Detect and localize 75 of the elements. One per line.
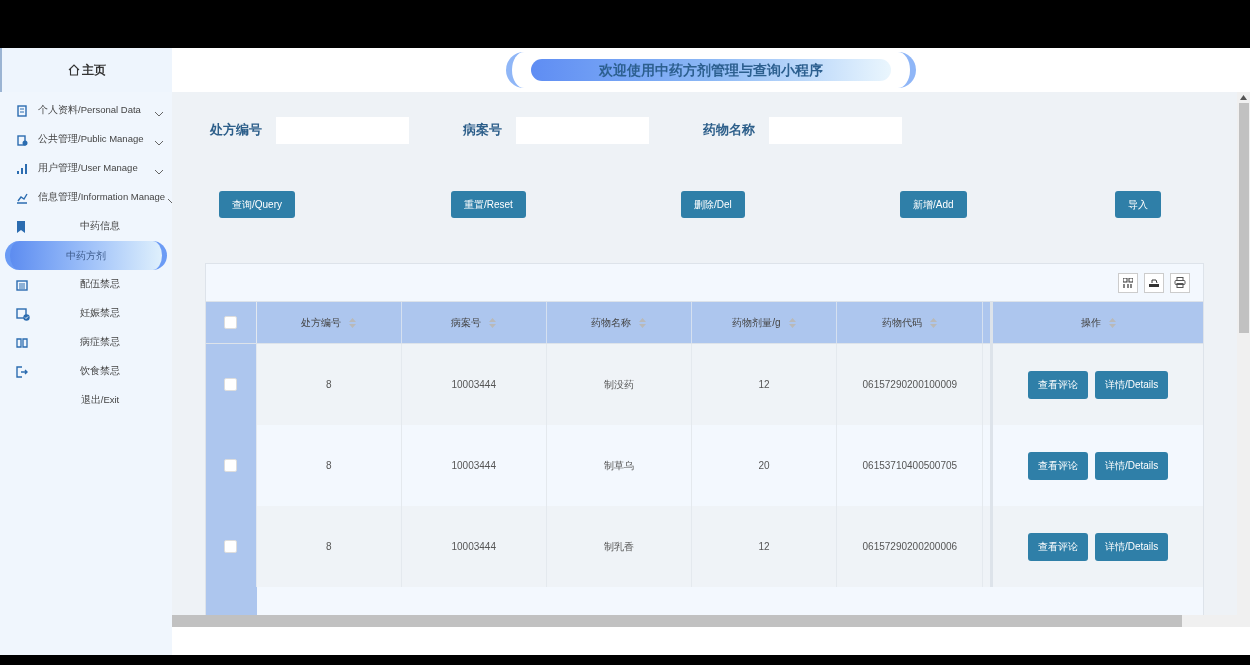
chevron-down-icon xyxy=(154,110,164,117)
sidebar-item[interactable]: 中药方剂 xyxy=(5,241,167,270)
sort-icon[interactable] xyxy=(489,317,497,328)
checkbox[interactable] xyxy=(224,316,238,329)
table-cell-text: 12 xyxy=(758,540,770,554)
table-cell-text: 8 xyxy=(326,459,332,473)
table-cell-text: 10003444 xyxy=(451,540,496,554)
column-header[interactable]: 药物名称 xyxy=(546,302,692,343)
book-icon xyxy=(16,336,28,349)
table-cell-text: 10003444 xyxy=(451,378,496,392)
column-header[interactable]: 药物代码 xyxy=(837,302,984,343)
sort-icon[interactable] xyxy=(639,317,647,328)
row-action-button[interactable]: 查看评论 xyxy=(1027,370,1088,399)
chart-icon xyxy=(16,191,28,204)
clipboard-icon xyxy=(16,133,28,146)
chevron-down-icon xyxy=(154,139,164,146)
columns-icon[interactable] xyxy=(1118,272,1138,293)
scroll-up-icon[interactable] xyxy=(1240,95,1247,100)
action-button[interactable]: 重置/Reset xyxy=(451,191,526,218)
sort-icon[interactable] xyxy=(930,317,938,328)
row-action-button[interactable]: 查看评论 xyxy=(1027,451,1088,480)
table-cell-text: 10003444 xyxy=(451,459,496,473)
sidebar-item[interactable]: 个人资料/Personal Data xyxy=(0,96,172,125)
table-cell-text: 制草乌 xyxy=(603,459,634,473)
exit-icon xyxy=(16,365,28,378)
field-label: 药物名称 xyxy=(703,121,755,140)
sidebar-item[interactable]: 用户管理/User Manage xyxy=(0,154,172,183)
calendar-icon xyxy=(16,278,28,291)
bar-chart-icon xyxy=(16,162,28,175)
calendar-check-icon xyxy=(16,306,30,321)
document-icon xyxy=(16,104,28,117)
field-label: 处方编号 xyxy=(210,121,262,140)
row-action-button[interactable]: 详情/Details xyxy=(1094,532,1169,561)
table-cell-text: 8 xyxy=(326,378,332,392)
table-cell-text: 制没药 xyxy=(603,378,634,392)
checkbox[interactable] xyxy=(224,459,238,472)
table-cell-text: 20 xyxy=(758,459,770,473)
bookmark-icon xyxy=(16,220,26,233)
field-label: 病案号 xyxy=(463,121,502,140)
sidebar-item[interactable]: 饮食禁忌 xyxy=(0,357,172,386)
column-header[interactable]: 病案号 xyxy=(401,302,547,343)
table-cell-text: 06157290200200006 xyxy=(862,540,958,554)
row-action-button[interactable]: 详情/Details xyxy=(1094,451,1169,480)
table-cell-text: 06157290200100009 xyxy=(862,378,958,392)
column-header[interactable]: 处方编号 xyxy=(256,302,402,343)
sidebar-item[interactable]: 公共管理/Public Manage xyxy=(0,125,172,154)
sidebar-item[interactable]: 配伍禁忌 xyxy=(0,270,172,299)
sidebar-item[interactable]: 中药信息 xyxy=(0,212,172,241)
action-button[interactable]: 新增/Add xyxy=(900,191,967,218)
home-icon[interactable] xyxy=(68,64,80,76)
sidebar-item[interactable]: 病症禁忌 xyxy=(0,328,172,357)
column-header[interactable]: 操作 xyxy=(993,302,1203,343)
action-button[interactable]: 删除/Del xyxy=(681,191,745,218)
row-action-button[interactable]: 查看评论 xyxy=(1027,532,1088,561)
checkbox[interactable] xyxy=(224,378,238,391)
action-button[interactable]: 查询/Query xyxy=(219,191,295,218)
checkbox[interactable] xyxy=(224,540,238,553)
table-cell-text: 8 xyxy=(326,540,332,554)
sort-icon[interactable] xyxy=(1108,317,1116,328)
table-cell-text: 12 xyxy=(758,378,770,392)
home-link[interactable]: 主页 xyxy=(82,61,106,79)
export-icon[interactable] xyxy=(1144,272,1164,293)
print-icon[interactable] xyxy=(1170,272,1190,293)
column-header[interactable]: 药物剂量/g xyxy=(691,302,838,343)
banner-title: 欢迎使用中药方剂管理与查询小程序 xyxy=(599,60,823,80)
sort-icon[interactable] xyxy=(349,317,357,328)
table-cell-text: 06153710400500705 xyxy=(862,459,958,473)
sidebar-item[interactable]: 退出/Exit xyxy=(0,386,172,415)
vertical-scrollbar[interactable] xyxy=(1237,92,1250,615)
chevron-down-icon xyxy=(154,168,164,175)
row-action-button[interactable]: 详情/Details xyxy=(1094,370,1169,399)
action-button[interactable]: 导入 xyxy=(1115,191,1161,218)
table-cell-text: 制乳香 xyxy=(603,540,634,554)
sidebar-item[interactable]: 妊娠禁忌 xyxy=(0,299,172,328)
sort-icon[interactable] xyxy=(788,317,796,328)
